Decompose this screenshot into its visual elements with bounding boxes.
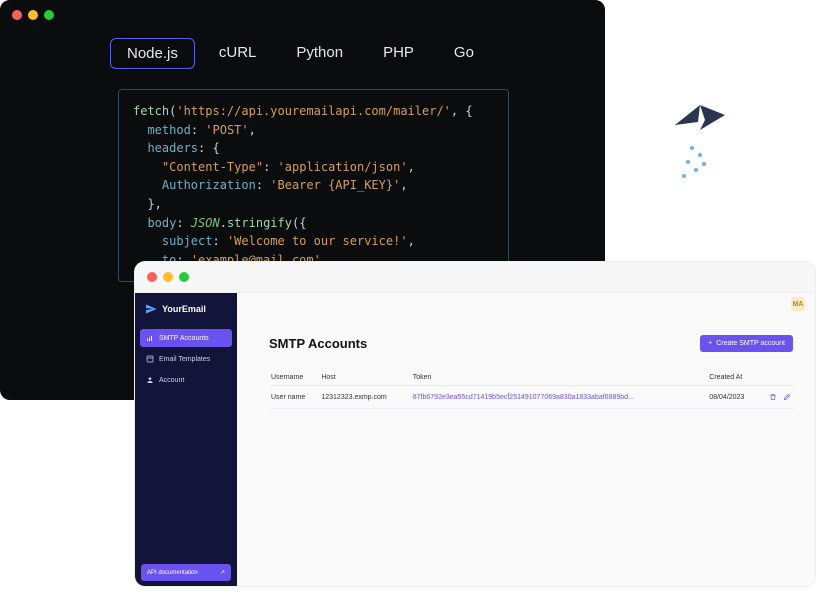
tab-go[interactable]: Go bbox=[438, 38, 490, 69]
sidebar-items: SMTP Accounts Email Templates Account bbox=[135, 327, 237, 558]
language-tabs: Node.js cURL Python PHP Go bbox=[0, 30, 605, 81]
brand-label: YourEmail bbox=[162, 304, 206, 314]
code-snippet: fetch('https://api.youremailapi.com/mail… bbox=[118, 89, 509, 282]
tab-curl[interactable]: cURL bbox=[203, 38, 273, 69]
user-icon bbox=[146, 376, 154, 384]
code-token: "Content-Type" bbox=[162, 160, 263, 174]
api-docs-label: API documentation bbox=[147, 570, 198, 576]
cell-host: 12312323.exmp.com bbox=[319, 386, 410, 409]
sidebar-item-label: Account bbox=[159, 377, 184, 384]
sidebar: YourEmail SMTP Accounts Email Templates … bbox=[135, 293, 237, 586]
maximize-dot[interactable] bbox=[179, 272, 189, 282]
create-label: Create SMTP account bbox=[716, 340, 785, 347]
template-icon bbox=[146, 355, 154, 363]
cell-actions bbox=[759, 386, 793, 409]
sidebar-item-account[interactable]: Account bbox=[140, 371, 232, 389]
close-dot[interactable] bbox=[12, 10, 22, 20]
cell-token[interactable]: 87fb6792e3ea55cd71419b5ecf251491077069a8… bbox=[411, 386, 708, 409]
brand: YourEmail bbox=[135, 293, 237, 327]
code-token: body bbox=[147, 216, 176, 230]
code-token: 'POST' bbox=[205, 123, 248, 137]
cell-created: 08/04/2023 bbox=[707, 386, 758, 409]
col-created: Created At bbox=[707, 370, 758, 386]
page-header: SMTP Accounts + Create SMTP account bbox=[269, 335, 793, 352]
smtp-table: Username Host Token Created At User name… bbox=[269, 370, 793, 409]
code-token: fetch bbox=[133, 104, 169, 118]
sidebar-item-label: Email Templates bbox=[159, 356, 210, 363]
cell-username: User name bbox=[269, 386, 319, 409]
table-row: User name 12312323.exmp.com 87fb6792e3ea… bbox=[269, 386, 793, 409]
window-controls bbox=[0, 0, 605, 30]
dashboard-window: YourEmail SMTP Accounts Email Templates … bbox=[135, 262, 815, 586]
window-controls bbox=[135, 262, 815, 293]
sidebar-footer: API documentation ↗ bbox=[135, 558, 237, 586]
arrow-icon: ↗ bbox=[220, 569, 225, 576]
tab-nodejs[interactable]: Node.js bbox=[110, 38, 195, 69]
minimize-dot[interactable] bbox=[28, 10, 38, 20]
paper-plane-icon bbox=[145, 303, 157, 315]
page-title: SMTP Accounts bbox=[269, 336, 367, 351]
create-smtp-button[interactable]: + Create SMTP account bbox=[700, 335, 793, 352]
code-token: Authorization bbox=[162, 178, 256, 192]
col-username: Username bbox=[269, 370, 319, 386]
paper-plane-decoration bbox=[670, 100, 730, 190]
tab-python[interactable]: Python bbox=[280, 38, 359, 69]
content: SMTP Accounts + Create SMTP account User… bbox=[269, 335, 793, 409]
code-token: headers bbox=[147, 141, 198, 155]
col-host: Host bbox=[319, 370, 410, 386]
code-token: JSON bbox=[191, 216, 220, 230]
bars-icon bbox=[146, 334, 154, 342]
maximize-dot[interactable] bbox=[44, 10, 54, 20]
sidebar-item-smtp[interactable]: SMTP Accounts bbox=[140, 329, 232, 347]
sidebar-item-templates[interactable]: Email Templates bbox=[140, 350, 232, 368]
dashboard-body: YourEmail SMTP Accounts Email Templates … bbox=[135, 293, 815, 586]
avatar[interactable]: MA bbox=[791, 297, 805, 311]
plus-icon: + bbox=[708, 340, 712, 347]
code-token: 'https://api.youremailapi.com/mailer/' bbox=[176, 104, 451, 118]
close-dot[interactable] bbox=[147, 272, 157, 282]
code-token: method bbox=[147, 123, 190, 137]
edit-icon[interactable] bbox=[783, 393, 791, 401]
delete-icon[interactable] bbox=[769, 393, 777, 401]
col-actions bbox=[759, 370, 793, 386]
minimize-dot[interactable] bbox=[163, 272, 173, 282]
api-docs-button[interactable]: API documentation ↗ bbox=[141, 564, 231, 581]
sidebar-item-label: SMTP Accounts bbox=[159, 335, 209, 342]
code-token: 'application/json' bbox=[278, 160, 408, 174]
col-token: Token bbox=[411, 370, 708, 386]
main-panel: MA SMTP Accounts + Create SMTP account U… bbox=[237, 293, 815, 586]
tab-php[interactable]: PHP bbox=[367, 38, 430, 69]
code-token: stringify bbox=[227, 216, 292, 230]
code-token: subject bbox=[162, 234, 213, 248]
code-token: 'Bearer {API_KEY}' bbox=[270, 178, 400, 192]
code-token: 'Welcome to our service!' bbox=[227, 234, 408, 248]
